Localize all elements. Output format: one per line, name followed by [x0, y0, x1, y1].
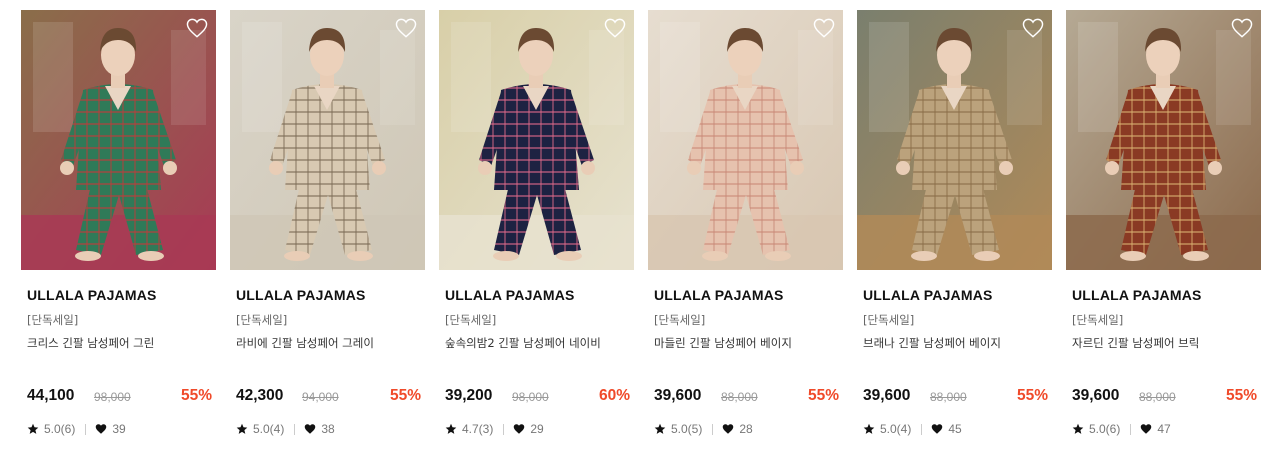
product-meta: 5.0(4) 38: [236, 421, 335, 437]
product-name[interactable]: 숲속의밤2 긴팔 남성페어 네이비: [445, 335, 601, 351]
discount-rate: 55%: [180, 387, 212, 404]
meta-divider: [294, 423, 296, 435]
star-icon: [1072, 423, 1084, 435]
product-tag: [단독세일]: [27, 313, 79, 327]
heart-filled-icon: [722, 423, 734, 435]
meta-divider: [712, 423, 714, 435]
sale-price: 44,100: [27, 387, 75, 404]
likes-count: 39: [112, 422, 126, 436]
wishlist-heart-icon[interactable]: [1231, 18, 1253, 38]
meta-divider: [85, 423, 87, 435]
product-tag: [단독세일]: [863, 313, 915, 327]
sale-price: 39,200: [445, 387, 493, 404]
original-price: 88,000: [721, 390, 758, 404]
product-image[interactable]: [439, 10, 634, 270]
rating-value: 5.0(4): [253, 422, 285, 436]
heart-filled-icon: [1140, 423, 1152, 435]
product-brand[interactable]: ULLALA PAJAMAS: [236, 287, 366, 303]
product-tag: [단독세일]: [654, 313, 706, 327]
product-image[interactable]: [230, 10, 425, 270]
star-icon: [236, 423, 248, 435]
original-price: 88,000: [1139, 390, 1176, 404]
product-image[interactable]: [857, 10, 1052, 270]
product-card[interactable]: ULLALA PAJAMAS [단독세일] 마들린 긴팔 남성페어 베이지 39…: [648, 10, 843, 450]
product-card[interactable]: ULLALA PAJAMAS [단독세일] 라비에 긴팔 남성페어 그레이 42…: [230, 10, 425, 450]
wishlist-heart-icon[interactable]: [186, 18, 208, 38]
discount-rate: 60%: [598, 387, 630, 404]
discount-rate: 55%: [1225, 387, 1257, 404]
heart-filled-icon: [513, 423, 525, 435]
product-image[interactable]: [648, 10, 843, 270]
original-price: 98,000: [94, 390, 131, 404]
sale-price: 39,600: [1072, 387, 1120, 404]
product-meta: 4.7(3) 29: [445, 421, 544, 437]
original-price: 98,000: [512, 390, 549, 404]
likes-count: 45: [948, 422, 962, 436]
wishlist-heart-icon[interactable]: [813, 18, 835, 38]
product-card[interactable]: ULLALA PAJAMAS [단독세일] 브래나 긴팔 남성페어 베이지 39…: [857, 10, 1052, 450]
rating-value: 4.7(3): [462, 422, 494, 436]
product-name[interactable]: 브래나 긴팔 남성페어 베이지: [863, 335, 1001, 351]
rating-value: 5.0(5): [671, 422, 703, 436]
wishlist-heart-icon[interactable]: [1022, 18, 1044, 38]
product-meta: 5.0(5) 28: [654, 421, 753, 437]
star-icon: [445, 423, 457, 435]
discount-rate: 55%: [1016, 387, 1048, 404]
product-brand[interactable]: ULLALA PAJAMAS: [1072, 287, 1202, 303]
product-brand[interactable]: ULLALA PAJAMAS: [445, 287, 575, 303]
likes-count: 38: [321, 422, 335, 436]
product-name[interactable]: 자르딘 긴팔 남성페어 브릭: [1072, 335, 1199, 351]
product-grid: ULLALA PAJAMAS [단독세일] 크리스 긴팔 남성페어 그린 44,…: [21, 10, 1261, 450]
product-tag: [단독세일]: [1072, 313, 1124, 327]
product-card[interactable]: ULLALA PAJAMAS [단독세일] 자르딘 긴팔 남성페어 브릭 39,…: [1066, 10, 1261, 450]
product-image[interactable]: [21, 10, 216, 270]
product-brand[interactable]: ULLALA PAJAMAS: [654, 287, 784, 303]
product-meta: 5.0(6) 39: [27, 421, 126, 437]
original-price: 88,000: [930, 390, 967, 404]
heart-filled-icon: [931, 423, 943, 435]
star-icon: [863, 423, 875, 435]
sale-price: 39,600: [863, 387, 911, 404]
product-image[interactable]: [1066, 10, 1261, 270]
heart-filled-icon: [95, 423, 107, 435]
product-name[interactable]: 마들린 긴팔 남성페어 베이지: [654, 335, 792, 351]
discount-rate: 55%: [807, 387, 839, 404]
product-brand[interactable]: ULLALA PAJAMAS: [27, 287, 157, 303]
meta-divider: [503, 423, 505, 435]
meta-divider: [1130, 423, 1132, 435]
star-icon: [654, 423, 666, 435]
product-card[interactable]: ULLALA PAJAMAS [단독세일] 크리스 긴팔 남성페어 그린 44,…: [21, 10, 216, 450]
heart-filled-icon: [304, 423, 316, 435]
original-price: 94,000: [302, 390, 339, 404]
product-meta: 5.0(4) 45: [863, 421, 962, 437]
likes-count: 47: [1157, 422, 1171, 436]
product-card[interactable]: ULLALA PAJAMAS [단독세일] 숲속의밤2 긴팔 남성페어 네이비 …: [439, 10, 634, 450]
rating-value: 5.0(6): [44, 422, 76, 436]
discount-rate: 55%: [389, 387, 421, 404]
likes-count: 29: [530, 422, 544, 436]
sale-price: 39,600: [654, 387, 702, 404]
product-tag: [단독세일]: [236, 313, 288, 327]
wishlist-heart-icon[interactable]: [604, 18, 626, 38]
rating-value: 5.0(4): [880, 422, 912, 436]
product-brand[interactable]: ULLALA PAJAMAS: [863, 287, 993, 303]
rating-value: 5.0(6): [1089, 422, 1121, 436]
wishlist-heart-icon[interactable]: [395, 18, 417, 38]
product-meta: 5.0(6) 47: [1072, 421, 1171, 437]
star-icon: [27, 423, 39, 435]
product-tag: [단독세일]: [445, 313, 497, 327]
likes-count: 28: [739, 422, 753, 436]
product-name[interactable]: 크리스 긴팔 남성페어 그린: [27, 335, 154, 351]
meta-divider: [921, 423, 923, 435]
product-name[interactable]: 라비에 긴팔 남성페어 그레이: [236, 335, 374, 351]
sale-price: 42,300: [236, 387, 284, 404]
